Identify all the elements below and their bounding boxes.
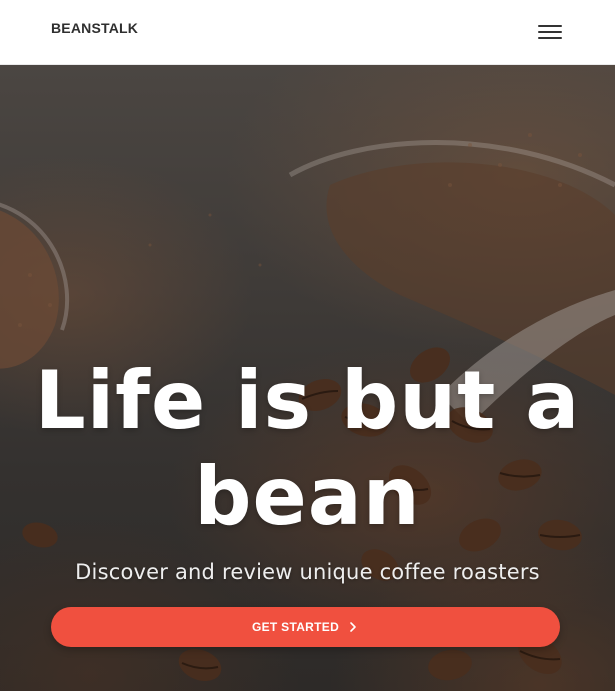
hero-section: Life is but a bean Discover and review u… <box>0 65 615 691</box>
menu-bar-middle <box>538 31 562 33</box>
hero-subheadline: Discover and review unique coffee roaste… <box>75 560 540 584</box>
hero-headline: Life is but a bean <box>34 354 581 543</box>
top-navbar: BEANSTALK <box>0 0 615 65</box>
get-started-button[interactable]: GET STARTED <box>51 607 560 647</box>
menu-bar-bottom <box>538 37 562 39</box>
menu-bar-top <box>538 25 562 27</box>
brand-logo-link[interactable]: BEANSTALK <box>51 20 138 36</box>
get-started-label: GET STARTED <box>251 620 340 634</box>
chevron-right-icon <box>350 622 356 632</box>
hamburger-menu-button[interactable] <box>536 22 566 40</box>
